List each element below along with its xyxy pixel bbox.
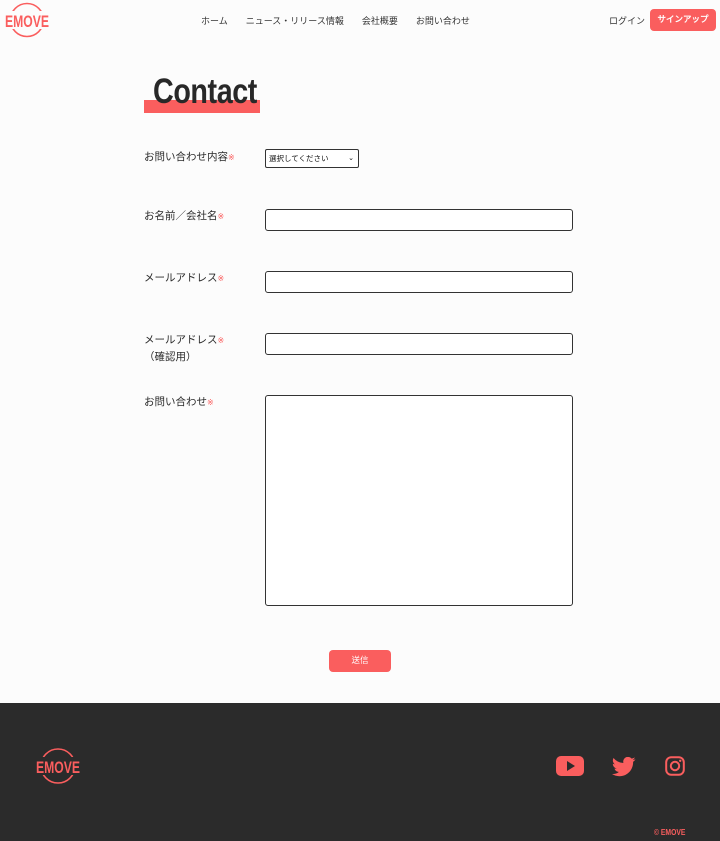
required-mark: ※ [217,212,225,221]
email-confirm-sublabel: （確認用） [144,351,197,363]
footer-emove-logo[interactable]: EMOVE [35,747,81,785]
submit-button[interactable]: 送信 [329,650,391,672]
svg-text:EMOVE: EMOVE [36,758,80,777]
message-textarea[interactable] [265,395,573,606]
chevron-down-icon: ⌄ [348,154,354,162]
required-mark: ※ [217,336,225,345]
name-field[interactable] [265,209,573,231]
nav-contact[interactable]: お問い合わせ [416,14,470,27]
emove-logo[interactable]: EMOVE [4,2,50,38]
site-footer: EMOVE © EMOVE [0,703,720,841]
nav-company[interactable]: 会社概要 [362,14,398,27]
email-label: メールアドレス※ [144,272,225,284]
main-nav: ホーム ニュース・リリース情報 会社概要 お問い合わせ [201,14,470,27]
signup-button[interactable]: サインアップ [650,9,716,31]
instagram-icon[interactable] [665,756,685,776]
inquiry-type-label: お問い合わせ内容※ [144,151,235,163]
copyright-text: © EMOVE [654,828,686,837]
twitter-icon[interactable] [612,757,636,777]
email-confirm-label: メールアドレス※ （確認用） [144,334,225,363]
email-confirm-field[interactable] [265,333,573,355]
page-title: Contact [153,72,257,111]
youtube-icon[interactable] [556,756,584,776]
nav-news[interactable]: ニュース・リリース情報 [246,14,344,27]
nav-home[interactable]: ホーム [201,14,228,27]
email-field[interactable] [265,271,573,293]
required-mark: ※ [228,153,235,162]
select-value: 選択してください [269,154,329,163]
site-header: EMOVE ホーム ニュース・リリース情報 会社概要 お問い合わせ ログイン サ… [0,0,720,42]
login-link[interactable]: ログイン [609,14,645,27]
name-label: お名前／会社名※ [144,210,225,222]
message-label: お問い合わせ※ [144,396,214,408]
inquiry-type-select[interactable]: 選択してください ⌄ [265,149,359,168]
page-title-block: Contact [144,70,262,114]
required-mark: ※ [217,274,225,283]
required-mark: ※ [207,398,214,407]
svg-text:EMOVE: EMOVE [5,12,49,31]
